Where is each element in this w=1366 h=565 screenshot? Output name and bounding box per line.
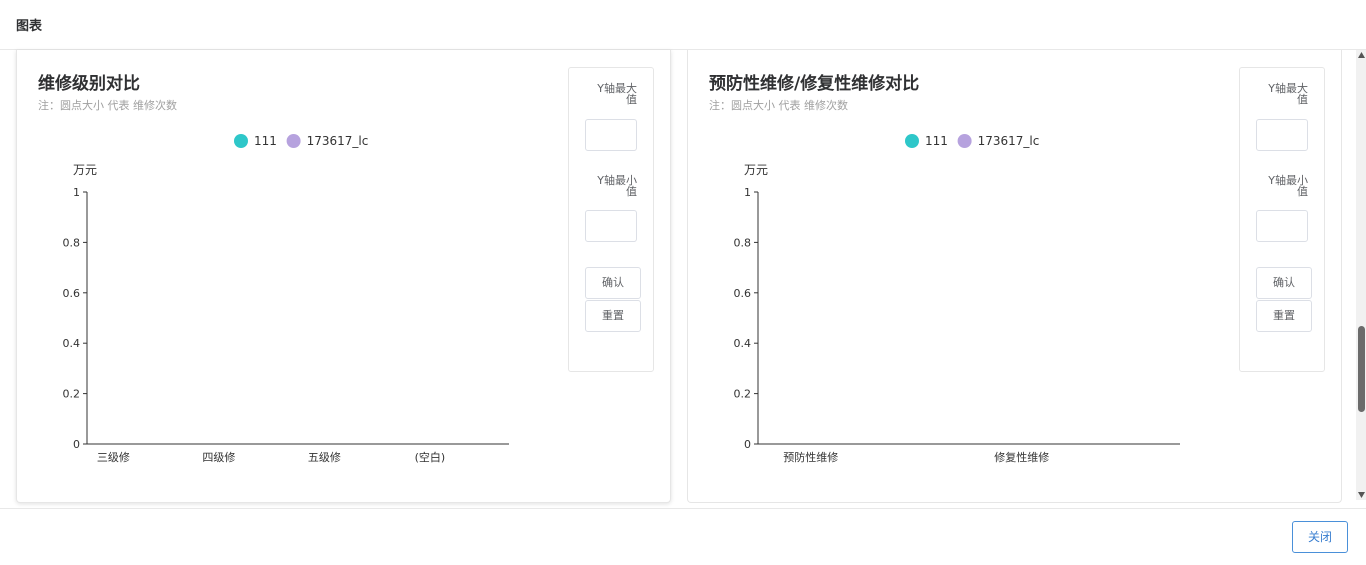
legend-marker-0 xyxy=(234,134,248,148)
legend-label: 111 xyxy=(254,134,277,148)
ymin-input[interactable] xyxy=(585,210,637,242)
x-tick-label: (空白) xyxy=(415,450,446,464)
x-tick-label: 五级修 xyxy=(308,450,341,464)
y-tick-label: 0.4 xyxy=(63,337,81,350)
confirm-button[interactable]: 确认 xyxy=(1256,267,1312,299)
ymax-label: Y轴最大值 xyxy=(597,82,637,106)
y-tick-label: 0.8 xyxy=(63,236,81,249)
reset-button[interactable]: 重置 xyxy=(585,300,641,332)
y-axis-label: 万元 xyxy=(73,163,97,177)
confirm-button[interactable]: 确认 xyxy=(585,267,641,299)
x-tick-label: 预防性维修 xyxy=(783,450,838,464)
x-tick-label: 四级修 xyxy=(202,450,235,464)
y-tick-label: 0.2 xyxy=(734,388,752,401)
dialog-title: 图表 xyxy=(16,19,43,34)
x-tick-label: 修复性维修 xyxy=(994,450,1049,464)
ymin-label: Y轴最小值 xyxy=(1268,174,1308,198)
close-button[interactable]: 关闭 xyxy=(1292,521,1348,553)
reset-button[interactable]: 重置 xyxy=(1256,300,1312,332)
chart-card-maintenance-level: 维修级别对比 注：圆点大小 代表 维修次数 111 173617_lc 万元 0 0.2… xyxy=(16,50,671,503)
y-tick-label: 0 xyxy=(744,438,751,451)
scroll-up-icon[interactable] xyxy=(1358,52,1365,58)
dialog-header: 图表 xyxy=(0,0,1366,50)
legend-marker-0 xyxy=(905,134,919,148)
chart-plot: 111 173617_lc 万元 0 0.2 0.4 0.6 0.8 1 预防性维修 修复性维修 xyxy=(734,134,1180,464)
axis-control-panel: Y轴最大值 Y轴最小值 确认 重置 xyxy=(1239,67,1325,372)
chart-card-preventive-corrective: 预防性维修/修复性维修对比 注：圆点大小 代表 维修次数 111 173617_l… xyxy=(687,50,1342,503)
y-tick-label: 0 xyxy=(73,438,80,451)
y-axis-label: 万元 xyxy=(744,163,768,177)
x-tick-label: 三级修 xyxy=(97,450,130,464)
ymax-input[interactable] xyxy=(585,119,637,151)
y-tick-label: 0.4 xyxy=(734,337,752,350)
dialog-footer: 关闭 xyxy=(0,508,1366,565)
y-tick-label: 1 xyxy=(744,186,751,199)
scroll-down-icon[interactable] xyxy=(1358,492,1365,498)
legend-marker-1 xyxy=(286,134,301,148)
legend-marker-1 xyxy=(957,134,972,148)
ymax-label: Y轴最大值 xyxy=(1268,82,1308,106)
ymax-input[interactable] xyxy=(1256,119,1308,151)
vertical-scrollbar[interactable] xyxy=(1356,50,1366,500)
y-tick-label: 1 xyxy=(73,186,80,199)
y-tick-label: 0.2 xyxy=(63,388,81,401)
y-tick-label: 0.8 xyxy=(734,236,752,249)
axis-control-panel: Y轴最大值 Y轴最小值 确认 重置 xyxy=(568,67,654,372)
legend-label: 173617_lc xyxy=(978,134,1040,148)
y-tick-label: 0.6 xyxy=(63,287,81,300)
legend-label: 173617_lc xyxy=(307,134,369,148)
scrollbar-thumb[interactable] xyxy=(1358,326,1365,412)
y-tick-label: 0.6 xyxy=(734,287,752,300)
chart-plot: 111 173617_lc 万元 0 0.2 0.4 0.6 0.8 1 三级修 四级修 五级修 (空白… xyxy=(63,134,509,464)
ymin-input[interactable] xyxy=(1256,210,1308,242)
ymin-label: Y轴最小值 xyxy=(597,174,637,198)
legend-label: 111 xyxy=(925,134,948,148)
